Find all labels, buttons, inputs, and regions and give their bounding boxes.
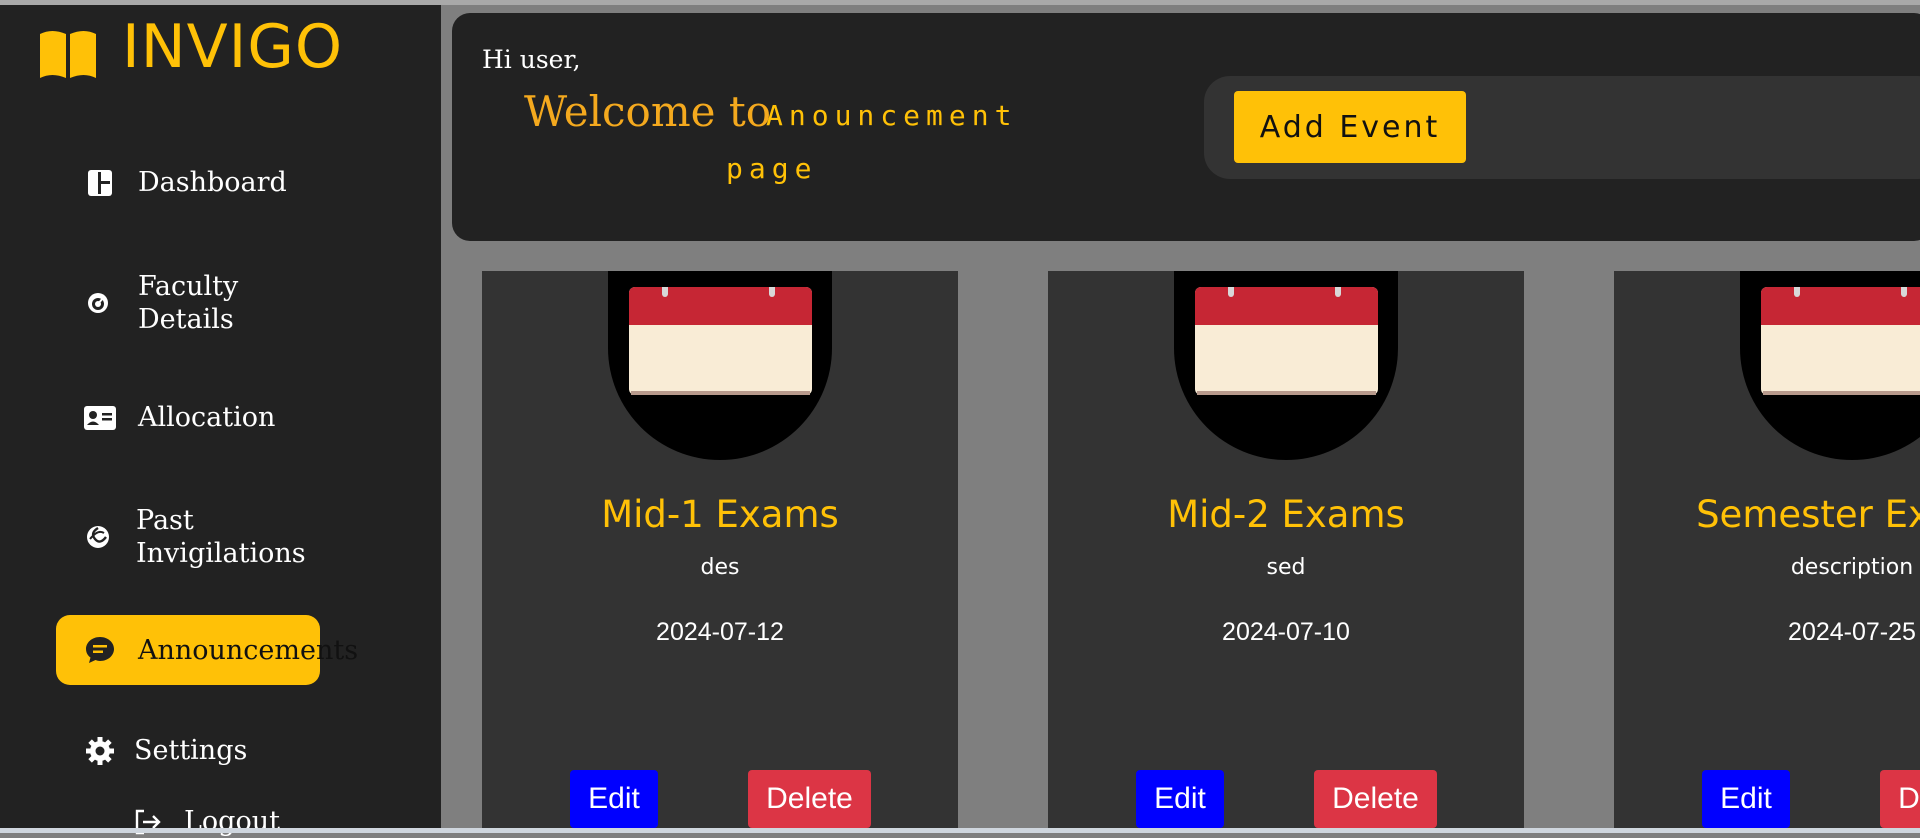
dashboard-icon — [84, 167, 116, 199]
card-title: Semester Exams — [1696, 493, 1920, 536]
chat-bubble-icon — [85, 634, 115, 666]
delete-button[interactable]: Delete — [1314, 770, 1437, 828]
greeting: Hi user, — [482, 45, 581, 74]
card-date: 2024-07-25 — [1788, 618, 1916, 646]
logout-label: Logout — [184, 806, 280, 837]
calendar-badge — [1174, 271, 1398, 460]
event-card: Mid-2 Exams sed 2024-07-10 Edit Delete — [1048, 271, 1524, 833]
open-book-icon — [40, 31, 96, 78]
calendar-icon — [1761, 287, 1920, 395]
gear-icon — [84, 735, 116, 767]
spiral-icon — [82, 521, 114, 553]
sidebar-item-label: Allocation — [138, 402, 276, 433]
edit-button[interactable]: Edit — [1136, 770, 1224, 828]
calendar-icon — [629, 287, 812, 395]
sidebar-item-faculty-details[interactable]: Faculty Details — [82, 270, 258, 336]
calendar-badge — [1740, 271, 1920, 460]
sidebar-item-label: Dashboard — [138, 167, 287, 198]
sidebar: INVIGO Dashboard Faculty Details Allocat… — [0, 5, 441, 837]
card-date: 2024-07-12 — [656, 618, 784, 646]
sidebar-item-past-invigilations[interactable]: Past Invigilations — [82, 504, 306, 570]
card-description: description — [1790, 555, 1914, 580]
event-card: Mid-1 Exams des 2024-07-12 Edit Delete — [482, 271, 958, 833]
add-event-button[interactable]: Add Event — [1234, 91, 1466, 163]
sidebar-item-announcements[interactable]: Announcements — [56, 615, 358, 685]
page-name-line2: page — [726, 152, 818, 185]
brand-name: INVIGO — [122, 12, 344, 82]
card-description: sed — [1266, 555, 1306, 580]
calendar-badge — [608, 271, 832, 460]
card-title: Mid-1 Exams — [601, 493, 839, 536]
sidebar-item-settings[interactable]: Settings — [84, 734, 247, 767]
page-header: Hi user, Welcome to Anouncement page Add… — [452, 13, 1920, 241]
sidebar-item-label: Past Invigilations — [136, 505, 306, 569]
card-date: 2024-07-10 — [1222, 618, 1350, 646]
window-bottom-strip — [0, 828, 1920, 833]
gauge-icon — [82, 287, 114, 319]
sidebar-item-label: Faculty Details — [138, 271, 239, 335]
sidebar-item-dashboard[interactable]: Dashboard — [84, 166, 287, 199]
edit-button[interactable]: Edit — [1702, 770, 1790, 828]
edit-button[interactable]: Edit — [570, 770, 658, 828]
brand[interactable] — [38, 19, 98, 89]
sidebar-item-label: Announcements — [138, 634, 359, 666]
welcome-text: Welcome to — [524, 87, 772, 136]
delete-button[interactable]: Delete — [748, 770, 871, 828]
page-name-line1: Anouncement — [766, 99, 1018, 132]
card-title: Mid-2 Exams — [1167, 493, 1405, 536]
event-card: Semester Exams description 2024-07-25 Ed… — [1614, 271, 1920, 833]
calendar-icon — [1195, 287, 1378, 395]
sidebar-item-label: Settings — [134, 735, 248, 766]
delete-button[interactable]: Delete — [1880, 770, 1920, 828]
id-card-icon — [84, 402, 116, 434]
event-box: Add Event — [1204, 76, 1920, 179]
card-description: des — [700, 555, 740, 580]
logout-link[interactable]: Logout — [132, 805, 280, 838]
sidebar-item-allocation[interactable]: Allocation — [84, 401, 275, 434]
